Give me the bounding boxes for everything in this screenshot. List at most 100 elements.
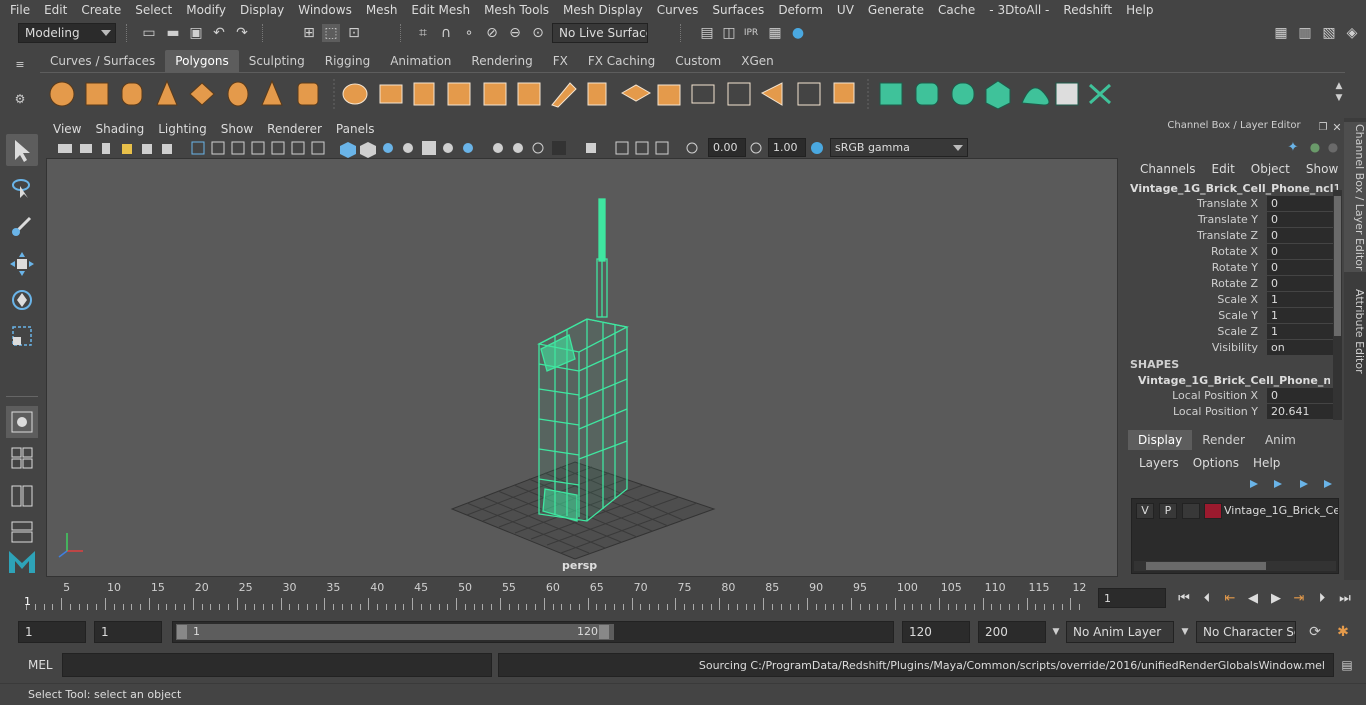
range-start-handle[interactable]	[177, 625, 187, 639]
exposure-field[interactable]: 0.00	[708, 138, 746, 157]
safe-title-icon[interactable]	[311, 141, 325, 155]
command-language-label[interactable]: MEL	[28, 658, 53, 672]
time-slider[interactable]: 5 10 15 20 25 30 35 40 45 50 55 60 65 70 75 80 85 90 95 100…	[18, 580, 1092, 612]
exposure-icon[interactable]	[686, 142, 698, 154]
poly-torus-icon[interactable]	[227, 81, 249, 107]
channel-box-scrollbar[interactable]	[1333, 190, 1342, 420]
grid-toggle-icon[interactable]	[191, 141, 205, 155]
layer-tab-render[interactable]: Render	[1192, 430, 1255, 450]
menu-select[interactable]: Select	[128, 3, 179, 17]
channel-value-field[interactable]: 1	[1267, 292, 1335, 307]
snap-live-icon[interactable]: ⊙	[529, 24, 547, 42]
connect-icon[interactable]	[691, 84, 715, 104]
smooth-shade-icon[interactable]	[360, 142, 376, 158]
playback-end-field[interactable]: 120	[902, 621, 970, 643]
textured-icon[interactable]	[422, 141, 436, 155]
layer-tab-display[interactable]: Display	[1128, 430, 1193, 450]
layer-menu-options[interactable]: Options	[1186, 456, 1246, 470]
new-scene-icon[interactable]: ▭	[140, 24, 158, 42]
open-scene-icon[interactable]: ▬	[164, 24, 182, 42]
anim-layer-dropdown-icon[interactable]: ▼	[1047, 623, 1065, 641]
channel-row-scale-x[interactable]: Scale X 1	[1130, 292, 1335, 308]
shelf-tab-rendering[interactable]: Rendering	[461, 50, 542, 72]
snap-curve-icon[interactable]: ∩	[437, 24, 455, 42]
layer-menu-help[interactable]: Help	[1246, 456, 1287, 470]
poly-pyramid-icon[interactable]	[261, 79, 283, 106]
isolate-select-icon[interactable]	[552, 141, 566, 155]
move-tool-icon[interactable]	[6, 248, 38, 280]
frame-selected-icon[interactable]	[635, 141, 649, 155]
menu-edit-mesh[interactable]: Edit Mesh	[404, 3, 477, 17]
channel-row-local-position-x[interactable]: Local Position X 0	[1130, 388, 1335, 404]
new-empty-layer-icon[interactable]	[1300, 480, 1308, 488]
uv-editor-icon[interactable]	[1055, 82, 1079, 106]
uv-unfold-icon[interactable]	[1021, 87, 1050, 106]
uv-spherical-icon[interactable]	[951, 82, 975, 106]
channel-value-field[interactable]: on	[1267, 340, 1335, 355]
gate-mask-icon[interactable]	[251, 141, 265, 155]
go-to-end-icon[interactable]: ⏭	[1335, 588, 1355, 608]
channel-row-scale-y[interactable]: Scale Y 1	[1130, 308, 1335, 324]
menu-windows[interactable]: Windows	[291, 3, 359, 17]
poly-plane-icon[interactable]	[189, 82, 215, 106]
mode-selector[interactable]: Modeling	[18, 23, 116, 43]
channel-value-field[interactable]: 1	[1267, 324, 1335, 339]
viewport-menu-panels[interactable]: Panels	[329, 122, 382, 136]
command-input[interactable]	[62, 653, 492, 677]
channel-value-field[interactable]: 0	[1267, 196, 1335, 211]
layer-editor-toggle-icon[interactable]: ●	[1306, 138, 1324, 156]
uv-planar-icon[interactable]	[879, 82, 903, 106]
soft-select-icon[interactable]	[6, 406, 38, 438]
pan-zoom-icon[interactable]	[162, 144, 172, 154]
layer-row[interactable]: V P Vintage_1G_Brick_Cell_	[1132, 501, 1340, 521]
hud-icon[interactable]	[586, 143, 596, 153]
channel-value-field[interactable]: 0	[1267, 260, 1335, 275]
menu-mesh-tools[interactable]: Mesh Tools	[477, 3, 556, 17]
shelf-settings-icon[interactable]: ⚙	[11, 90, 29, 108]
step-forward-key-icon[interactable]: ⇥	[1289, 588, 1309, 608]
shelf-tab-fx[interactable]: FX	[543, 50, 578, 72]
channel-menu-channels[interactable]: Channels	[1132, 162, 1204, 176]
menu-mesh-display[interactable]: Mesh Display	[556, 3, 650, 17]
uv-cut-sew-icon[interactable]	[1088, 83, 1112, 105]
range-end-handle[interactable]	[599, 625, 609, 639]
ambient-occlusion-icon[interactable]	[463, 143, 473, 153]
character-set-field[interactable]: No Character Set	[1196, 621, 1296, 643]
safe-action-icon[interactable]	[291, 141, 305, 155]
anim-prefs-icon[interactable]: ✱	[1334, 623, 1352, 641]
channel-row-rotate-x[interactable]: Rotate X 0	[1130, 244, 1335, 260]
camera-attr-icon[interactable]	[80, 144, 92, 153]
anim-layer-field[interactable]: No Anim Layer	[1066, 621, 1174, 643]
menu-edit[interactable]: Edit	[37, 3, 74, 17]
color-management-icon[interactable]	[811, 142, 823, 154]
gamma-icon[interactable]	[750, 142, 762, 154]
collapse-icon[interactable]	[797, 82, 821, 106]
snap-surface-icon[interactable]: ⊖	[506, 24, 524, 42]
poly-sphere-icon[interactable]	[49, 81, 75, 107]
film-gate-icon[interactable]	[211, 141, 225, 155]
script-editor-icon[interactable]: ▤	[1338, 656, 1356, 674]
snap-point-icon[interactable]: ∘	[460, 24, 478, 42]
ipr-render-icon[interactable]: IPR	[742, 24, 760, 42]
split-icon[interactable]	[727, 82, 751, 106]
xray-joints-icon[interactable]	[513, 143, 523, 153]
xray-components-icon[interactable]	[532, 142, 544, 154]
color-space-dropdown[interactable]: sRGB gamma	[830, 138, 968, 157]
layer-color-swatch[interactable]	[1204, 503, 1222, 519]
menu-modify[interactable]: Modify	[179, 3, 233, 17]
playback-start-field[interactable]: 1	[94, 621, 162, 643]
animation-end-field[interactable]: 200	[978, 621, 1046, 643]
live-surface-field[interactable]: No Live Surface	[552, 23, 648, 43]
hypershade-icon[interactable]: ●	[789, 24, 807, 42]
bookmark-icon[interactable]	[102, 143, 110, 154]
channel-row-visibility[interactable]: Visibility on	[1130, 340, 1335, 356]
play-forwards-icon[interactable]: ▶	[1266, 588, 1286, 608]
menu-curves[interactable]: Curves	[650, 3, 706, 17]
step-forward-frame-icon[interactable]: ⏵	[1312, 588, 1332, 608]
menu-surfaces[interactable]: Surfaces	[705, 3, 771, 17]
uv-cylindrical-icon[interactable]	[915, 82, 939, 106]
poly-cylinder-icon[interactable]	[121, 82, 143, 106]
channel-row-translate-z[interactable]: Translate Z 0	[1130, 228, 1335, 244]
shadows-icon[interactable]	[403, 143, 413, 153]
viewport-menu-shading[interactable]: Shading	[88, 122, 151, 136]
